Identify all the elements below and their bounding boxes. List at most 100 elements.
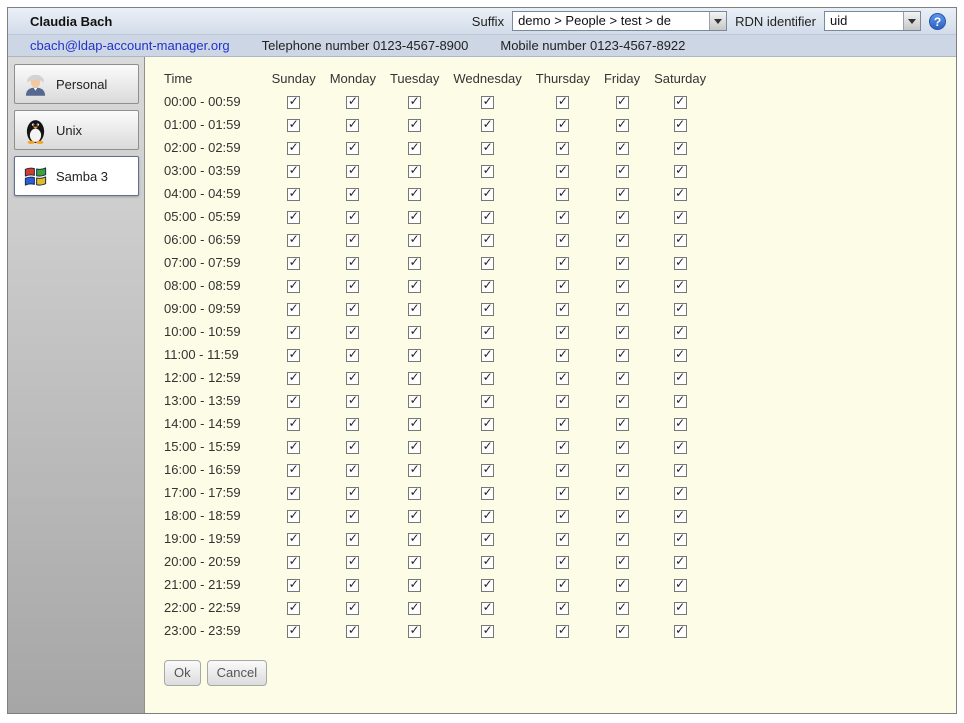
hour-checkbox-tuesday-1[interactable] (408, 119, 421, 132)
hour-checkbox-tuesday-19[interactable] (408, 533, 421, 546)
hour-checkbox-monday-21[interactable] (346, 579, 359, 592)
hour-checkbox-thursday-10[interactable] (556, 326, 569, 339)
hour-checkbox-wednesday-13[interactable] (481, 395, 494, 408)
hour-checkbox-monday-16[interactable] (346, 464, 359, 477)
hour-checkbox-friday-9[interactable] (616, 303, 629, 316)
hour-checkbox-friday-14[interactable] (616, 418, 629, 431)
hour-checkbox-sunday-6[interactable] (287, 234, 300, 247)
hour-checkbox-sunday-20[interactable] (287, 556, 300, 569)
hour-checkbox-sunday-12[interactable] (287, 372, 300, 385)
rdn-identifier-select[interactable]: uid (824, 11, 921, 31)
hour-checkbox-sunday-13[interactable] (287, 395, 300, 408)
hour-checkbox-monday-17[interactable] (346, 487, 359, 500)
hour-checkbox-tuesday-20[interactable] (408, 556, 421, 569)
hour-checkbox-saturday-9[interactable] (674, 303, 687, 316)
hour-checkbox-monday-12[interactable] (346, 372, 359, 385)
hour-checkbox-friday-15[interactable] (616, 441, 629, 454)
hour-checkbox-thursday-7[interactable] (556, 257, 569, 270)
hour-checkbox-saturday-19[interactable] (674, 533, 687, 546)
hour-checkbox-monday-20[interactable] (346, 556, 359, 569)
hour-checkbox-monday-22[interactable] (346, 602, 359, 615)
hour-checkbox-wednesday-12[interactable] (481, 372, 494, 385)
hour-checkbox-wednesday-21[interactable] (481, 579, 494, 592)
suffix-select[interactable]: demo > People > test > de (512, 11, 727, 31)
hour-checkbox-thursday-1[interactable] (556, 119, 569, 132)
hour-checkbox-thursday-0[interactable] (556, 96, 569, 109)
hour-checkbox-wednesday-16[interactable] (481, 464, 494, 477)
hour-checkbox-thursday-5[interactable] (556, 211, 569, 224)
hour-checkbox-thursday-17[interactable] (556, 487, 569, 500)
chevron-down-icon[interactable] (709, 12, 726, 30)
hour-checkbox-tuesday-0[interactable] (408, 96, 421, 109)
hour-checkbox-friday-21[interactable] (616, 579, 629, 592)
hour-checkbox-monday-19[interactable] (346, 533, 359, 546)
hour-checkbox-sunday-19[interactable] (287, 533, 300, 546)
hour-checkbox-friday-19[interactable] (616, 533, 629, 546)
hour-checkbox-wednesday-10[interactable] (481, 326, 494, 339)
hour-checkbox-wednesday-4[interactable] (481, 188, 494, 201)
hour-checkbox-sunday-1[interactable] (287, 119, 300, 132)
hour-checkbox-tuesday-18[interactable] (408, 510, 421, 523)
hour-checkbox-sunday-16[interactable] (287, 464, 300, 477)
hour-checkbox-tuesday-10[interactable] (408, 326, 421, 339)
hour-checkbox-wednesday-19[interactable] (481, 533, 494, 546)
hour-checkbox-thursday-2[interactable] (556, 142, 569, 155)
hour-checkbox-thursday-11[interactable] (556, 349, 569, 362)
hour-checkbox-tuesday-5[interactable] (408, 211, 421, 224)
hour-checkbox-tuesday-3[interactable] (408, 165, 421, 178)
hour-checkbox-friday-23[interactable] (616, 625, 629, 638)
hour-checkbox-saturday-15[interactable] (674, 441, 687, 454)
hour-checkbox-tuesday-22[interactable] (408, 602, 421, 615)
hour-checkbox-friday-13[interactable] (616, 395, 629, 408)
cancel-button[interactable]: Cancel (207, 660, 267, 686)
hour-checkbox-sunday-11[interactable] (287, 349, 300, 362)
hour-checkbox-thursday-18[interactable] (556, 510, 569, 523)
hour-checkbox-tuesday-21[interactable] (408, 579, 421, 592)
hour-checkbox-monday-18[interactable] (346, 510, 359, 523)
hour-checkbox-wednesday-0[interactable] (481, 96, 494, 109)
hour-checkbox-friday-6[interactable] (616, 234, 629, 247)
hour-checkbox-monday-15[interactable] (346, 441, 359, 454)
hour-checkbox-sunday-14[interactable] (287, 418, 300, 431)
hour-checkbox-tuesday-15[interactable] (408, 441, 421, 454)
chevron-down-icon[interactable] (903, 12, 920, 30)
hour-checkbox-tuesday-6[interactable] (408, 234, 421, 247)
hour-checkbox-wednesday-20[interactable] (481, 556, 494, 569)
hour-checkbox-sunday-18[interactable] (287, 510, 300, 523)
hour-checkbox-monday-3[interactable] (346, 165, 359, 178)
hour-checkbox-friday-8[interactable] (616, 280, 629, 293)
hour-checkbox-wednesday-1[interactable] (481, 119, 494, 132)
hour-checkbox-tuesday-9[interactable] (408, 303, 421, 316)
hour-checkbox-monday-23[interactable] (346, 625, 359, 638)
hour-checkbox-saturday-21[interactable] (674, 579, 687, 592)
hour-checkbox-wednesday-8[interactable] (481, 280, 494, 293)
hour-checkbox-friday-12[interactable] (616, 372, 629, 385)
hour-checkbox-saturday-23[interactable] (674, 625, 687, 638)
hour-checkbox-monday-10[interactable] (346, 326, 359, 339)
hour-checkbox-saturday-22[interactable] (674, 602, 687, 615)
hour-checkbox-thursday-20[interactable] (556, 556, 569, 569)
hour-checkbox-friday-10[interactable] (616, 326, 629, 339)
hour-checkbox-saturday-11[interactable] (674, 349, 687, 362)
hour-checkbox-saturday-6[interactable] (674, 234, 687, 247)
ok-button[interactable]: Ok (164, 660, 201, 686)
hour-checkbox-thursday-23[interactable] (556, 625, 569, 638)
hour-checkbox-friday-5[interactable] (616, 211, 629, 224)
hour-checkbox-friday-18[interactable] (616, 510, 629, 523)
hour-checkbox-thursday-3[interactable] (556, 165, 569, 178)
hour-checkbox-tuesday-7[interactable] (408, 257, 421, 270)
hour-checkbox-thursday-6[interactable] (556, 234, 569, 247)
hour-checkbox-thursday-21[interactable] (556, 579, 569, 592)
hour-checkbox-saturday-18[interactable] (674, 510, 687, 523)
hour-checkbox-thursday-8[interactable] (556, 280, 569, 293)
hour-checkbox-sunday-9[interactable] (287, 303, 300, 316)
hour-checkbox-friday-22[interactable] (616, 602, 629, 615)
hour-checkbox-monday-13[interactable] (346, 395, 359, 408)
hour-checkbox-saturday-13[interactable] (674, 395, 687, 408)
hour-checkbox-wednesday-11[interactable] (481, 349, 494, 362)
hour-checkbox-friday-4[interactable] (616, 188, 629, 201)
hour-checkbox-tuesday-2[interactable] (408, 142, 421, 155)
hour-checkbox-monday-11[interactable] (346, 349, 359, 362)
hour-checkbox-friday-2[interactable] (616, 142, 629, 155)
hour-checkbox-sunday-0[interactable] (287, 96, 300, 109)
